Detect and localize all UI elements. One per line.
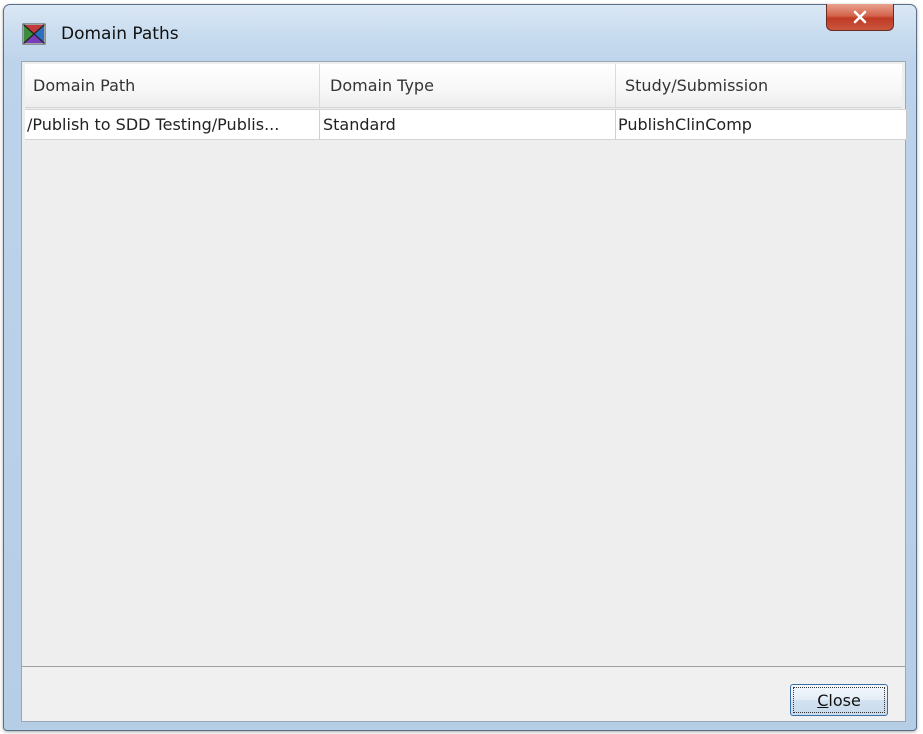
close-x-icon	[853, 10, 867, 24]
domain-paths-table[interactable]: Domain Path Domain Type Study/Submission…	[22, 62, 907, 667]
cell-domain-path[interactable]: /Publish to SDD Testing/Publis...	[25, 110, 320, 139]
window-close-button[interactable]	[826, 4, 894, 31]
cell-domain-type[interactable]: Standard	[320, 110, 616, 139]
dialog-content: Domain Path Domain Type Study/Submission…	[21, 61, 907, 722]
domain-paths-app-icon	[22, 23, 46, 45]
dialog-footer: Close	[22, 667, 905, 721]
column-header-domain-type[interactable]: Domain Type	[320, 64, 616, 107]
close-button-mnemonic: C	[817, 690, 829, 710]
close-button[interactable]: Close	[790, 684, 888, 716]
table-row[interactable]: /Publish to SDD Testing/Publis... Standa…	[25, 109, 907, 140]
close-button-label: Close	[793, 687, 885, 713]
close-button-label-rest: lose	[828, 690, 861, 710]
desktop: Domain Paths Domain Path Domain Type Stu…	[0, 0, 923, 734]
cell-study-submission[interactable]: PublishClinComp	[616, 110, 907, 139]
title-bar[interactable]: Domain Paths	[4, 4, 916, 61]
table-header: Domain Path Domain Type Study/Submission	[25, 64, 902, 108]
window-title: Domain Paths	[61, 24, 179, 44]
column-header-study-submission[interactable]: Study/Submission	[616, 64, 902, 107]
column-header-domain-path[interactable]: Domain Path	[25, 64, 320, 107]
domain-paths-dialog: Domain Paths Domain Path Domain Type Stu…	[3, 4, 917, 731]
